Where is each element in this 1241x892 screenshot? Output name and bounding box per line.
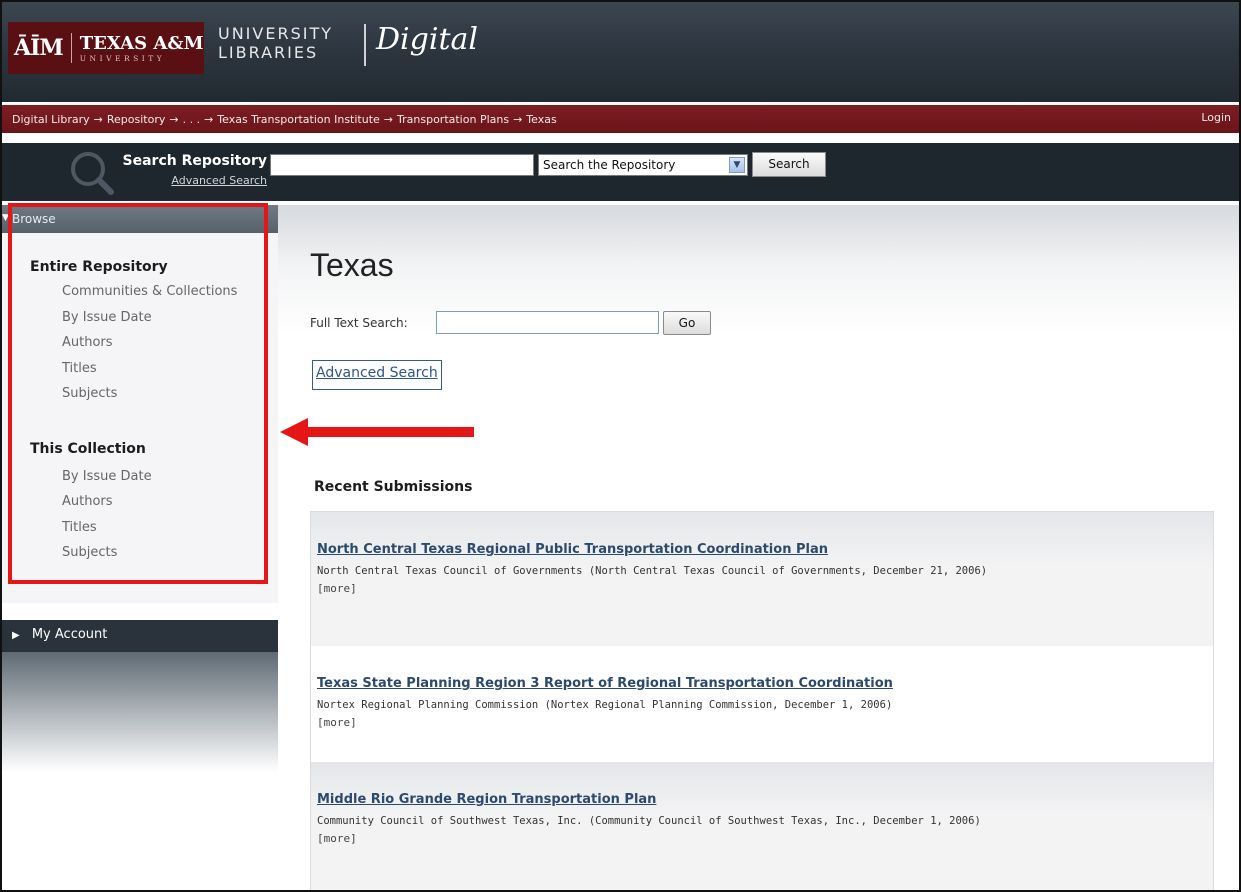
recent-submissions-heading: Recent Submissions [314, 479, 473, 495]
tamu-logo[interactable]: ĀĪM TEXAS A&M UNIVERSITY [8, 22, 204, 74]
breadcrumb-arrow-icon: → [93, 112, 103, 126]
logo-wordmark: TEXAS A&M UNIVERSITY [79, 32, 204, 63]
search-scope-select[interactable]: Search the Repository ▼ [538, 154, 748, 176]
university-libraries-wordmark: UNIVERSITY LIBRARIES [218, 24, 333, 62]
list-item: Middle Rio Grande Region Transportation … [310, 762, 1214, 890]
sidebar-gradient [2, 652, 278, 772]
more-link[interactable]: [more] [317, 716, 1214, 729]
libraries-line-1: UNIVERSITY [218, 24, 333, 43]
my-account-label: My Account [31, 627, 108, 642]
atm-logo-mark: ĀĪM [14, 35, 64, 61]
full-text-search-input[interactable] [436, 311, 659, 334]
logo-university: UNIVERSITY [79, 53, 166, 63]
annotation-arrow-icon [280, 418, 474, 446]
full-text-search-label: Full Text Search: [310, 316, 408, 330]
breadcrumb-arrow-icon: → [383, 112, 394, 126]
submission-title-link[interactable]: Texas State Planning Region 3 Report of … [317, 676, 1214, 691]
submission-title-link[interactable]: North Central Texas Regional Public Tran… [317, 542, 1214, 557]
breadcrumb-arrow-icon: → [204, 112, 214, 126]
chevron-down-icon[interactable]: ▼ [729, 157, 745, 173]
breadcrumb-ellipsis[interactable]: . . . [183, 113, 200, 126]
more-link[interactable]: [more] [317, 582, 1214, 595]
submission-meta: Community Council of Southwest Texas, In… [317, 815, 981, 827]
triangle-right-icon: ▶ [12, 630, 20, 641]
header-divider [364, 24, 366, 66]
annotation-highlight-box [8, 203, 268, 584]
list-item: Texas State Planning Region 3 Report of … [310, 646, 1214, 762]
my-account-header[interactable]: ▶ My Account [2, 620, 278, 652]
advanced-search-button[interactable]: Advanced Search [312, 360, 442, 390]
page-title: Texas [310, 247, 394, 283]
site-header: ĀĪM TEXAS A&M UNIVERSITY UNIVERSITY LIBR… [2, 2, 1239, 102]
logo-texas-am: TEXAS A&M [79, 32, 204, 54]
logo-divider [70, 33, 72, 63]
list-item: North Central Texas Regional Public Tran… [310, 512, 1214, 646]
breadcrumb-tti[interactable]: Texas Transportation Institute [217, 113, 380, 126]
go-button[interactable]: Go [663, 311, 711, 335]
breadcrumb-digital-library[interactable]: Digital Library [12, 113, 90, 126]
breadcrumb-repository[interactable]: Repository [107, 113, 166, 126]
submission-meta: Nortex Regional Planning Commission (Nor… [317, 699, 893, 711]
submission-meta: North Central Texas Council of Governmen… [317, 565, 988, 577]
more-link[interactable]: [more] [317, 832, 1214, 845]
libraries-line-2: LIBRARIES [218, 43, 319, 62]
search-scope-value: Search the Repository [543, 158, 676, 172]
main-content: Texas Full Text Search: Go Advanced Sear… [278, 205, 1239, 890]
breadcrumb-arrow-icon: → [513, 112, 523, 126]
search-repository-title: Search Repository [122, 153, 267, 169]
breadcrumb-texas: Texas [526, 112, 557, 126]
search-input[interactable] [270, 154, 534, 176]
digital-wordmark: Digital [376, 22, 478, 57]
login-link[interactable]: Login [1201, 111, 1231, 124]
breadcrumb-transportation-plans[interactable]: Transportation Plans [397, 113, 509, 126]
breadcrumb: Digital Library → Repository → . . . → T… [2, 105, 1239, 133]
submission-title-link[interactable]: Middle Rio Grande Region Transportation … [317, 792, 1214, 807]
breadcrumb-arrow-icon: → [169, 112, 179, 126]
advanced-search-link[interactable]: Advanced Search [102, 174, 267, 187]
browser-frame: ĀĪM TEXAS A&M UNIVERSITY UNIVERSITY LIBR… [0, 0, 1241, 892]
search-button[interactable]: Search [752, 152, 826, 177]
search-bar: Search Repository Advanced Search Search… [2, 143, 1239, 201]
